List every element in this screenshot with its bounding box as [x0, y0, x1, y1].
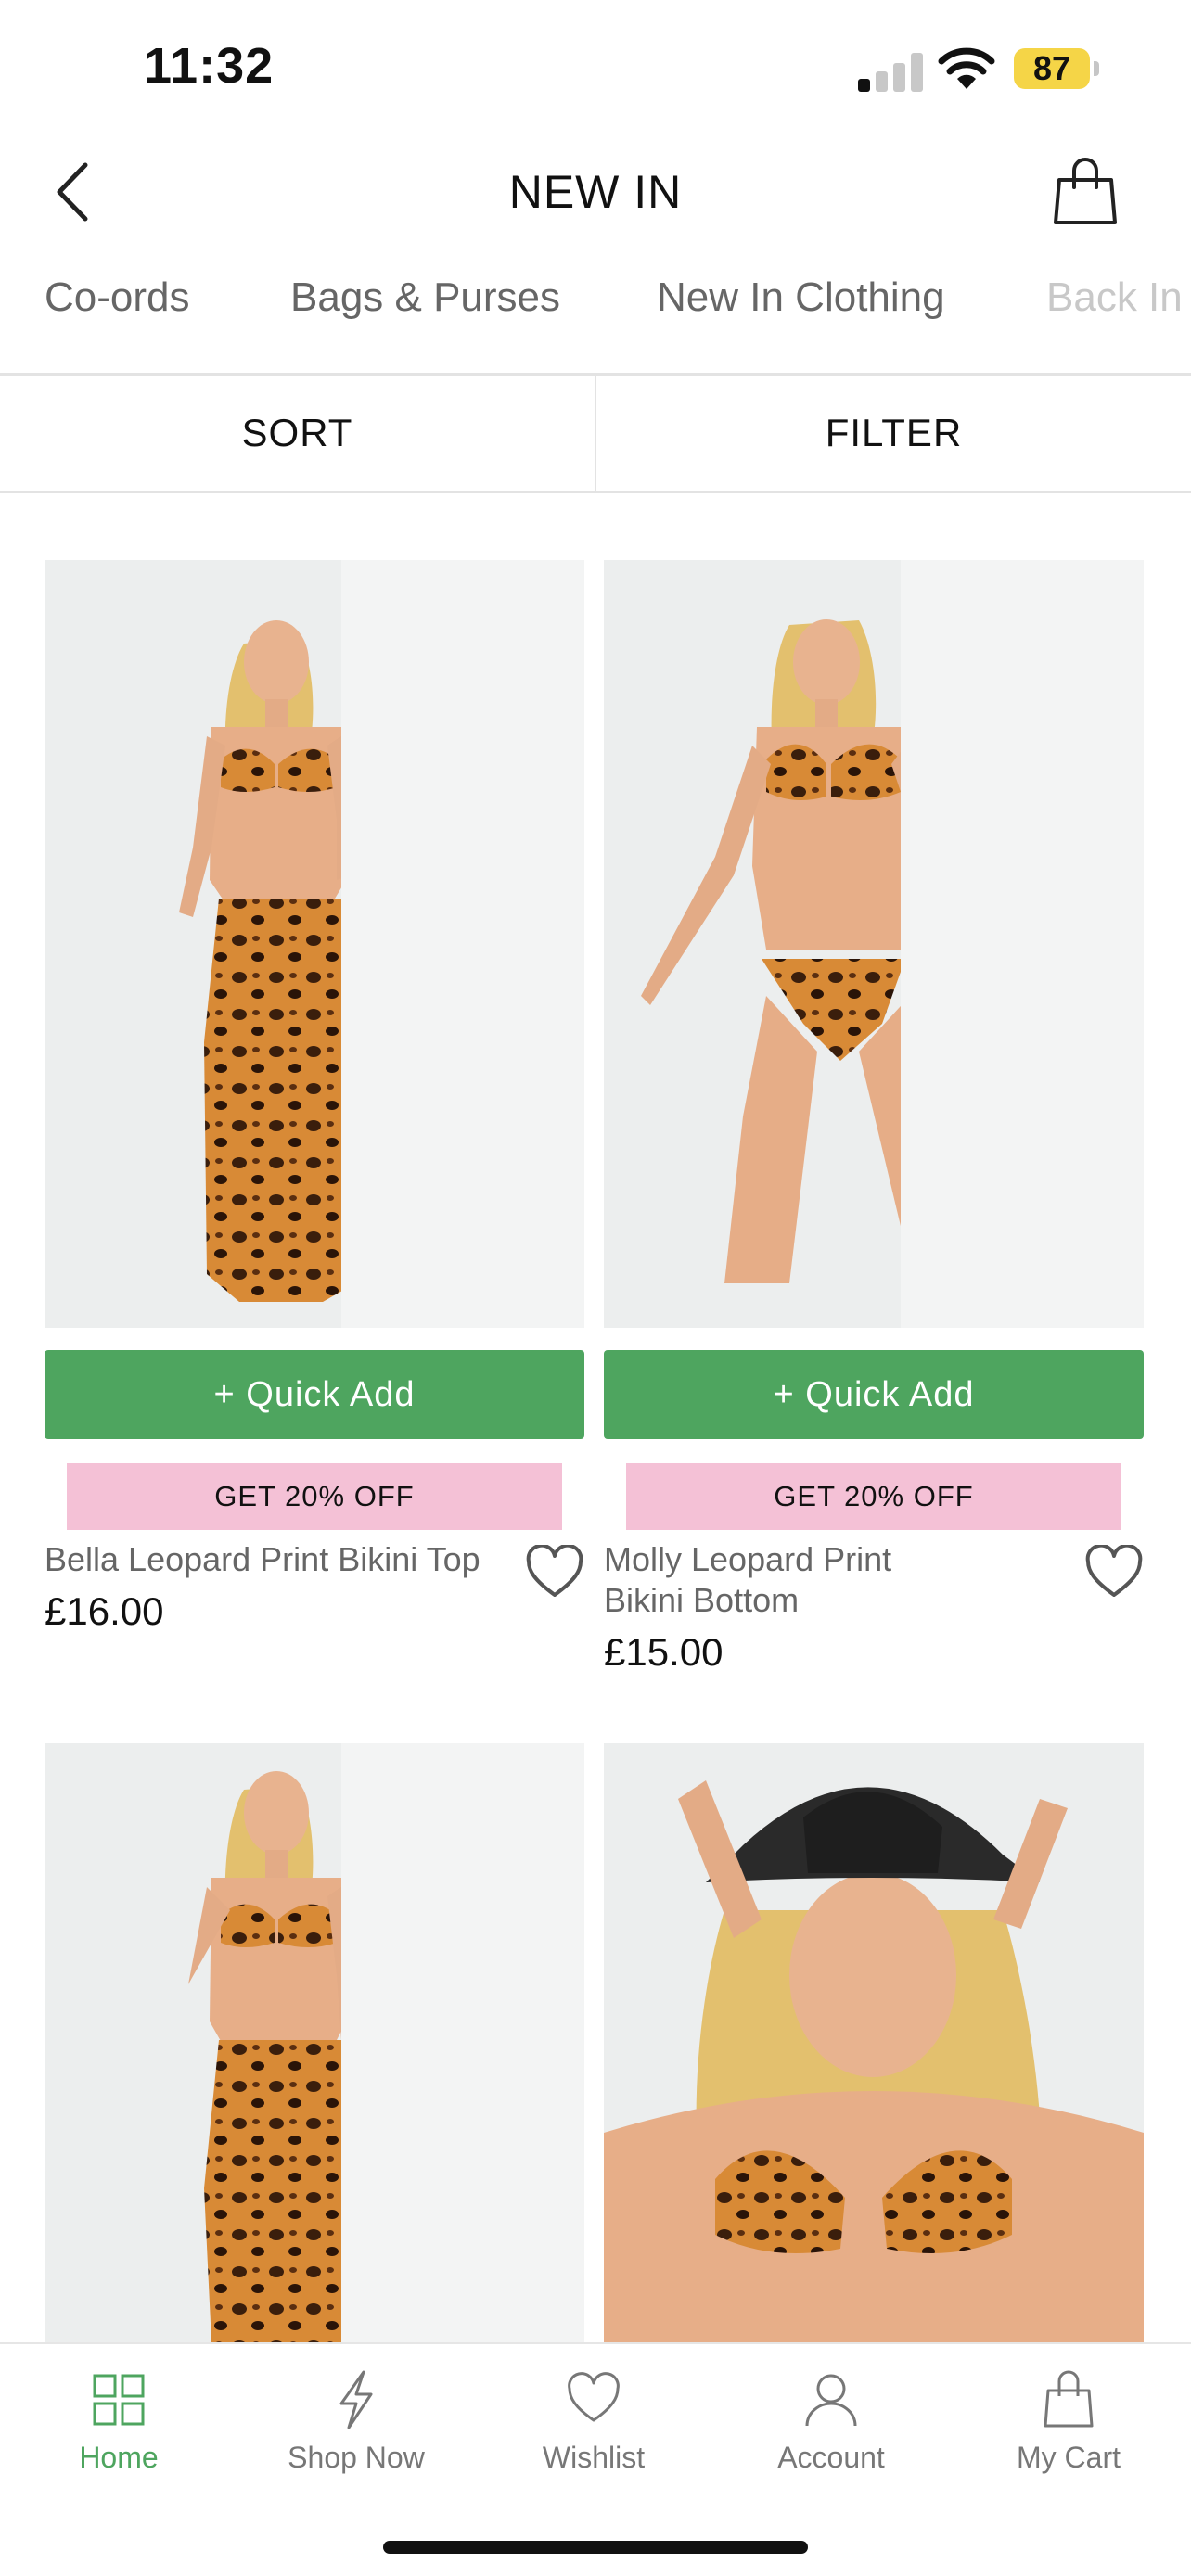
- product-name[interactable]: Molly Leopard Print Bikini Bottom: [604, 1539, 938, 1621]
- shopping-bag-icon[interactable]: [1050, 156, 1121, 226]
- wishlist-heart-icon[interactable]: [525, 1545, 584, 1599]
- tab-label: My Cart: [1017, 2441, 1121, 2474]
- product-image[interactable]: [604, 560, 1144, 1328]
- wifi-icon: [938, 47, 995, 89]
- tab-shop-now[interactable]: Shop Now: [237, 2344, 475, 2493]
- status-bar: 11:32 87: [0, 0, 1191, 139]
- sort-button[interactable]: SORT: [0, 376, 595, 491]
- page-title: NEW IN: [508, 166, 683, 218]
- user-icon: [805, 2374, 857, 2427]
- category-tab-back-in[interactable]: Back In: [1046, 274, 1183, 321]
- filter-button[interactable]: FILTER: [596, 376, 1191, 491]
- battery-icon: 87: [1014, 48, 1090, 89]
- tab-label: Wishlist: [542, 2441, 646, 2474]
- sort-filter-bar: SORT FILTER: [0, 373, 1191, 493]
- lightning-icon: [339, 2370, 373, 2429]
- product-price: £15.00: [604, 1630, 724, 1674]
- quick-add-button[interactable]: + Quick Add: [45, 1350, 584, 1439]
- category-tab-bags-purses[interactable]: Bags & Purses: [290, 274, 560, 321]
- battery-level: 87: [1032, 49, 1071, 87]
- bag-icon: [1044, 2370, 1094, 2428]
- category-tabs: Co-ords Bags & Purses New In Clothing Ba…: [0, 260, 1191, 352]
- promo-badge: GET 20% OFF: [626, 1463, 1121, 1530]
- promo-badge: GET 20% OFF: [67, 1463, 562, 1530]
- model-photo: [604, 1780, 1144, 2342]
- battery-nub: [1094, 61, 1099, 76]
- home-indicator: [383, 2541, 808, 2554]
- header: NEW IN: [0, 139, 1191, 241]
- tab-wishlist[interactable]: Wishlist: [475, 2344, 712, 2493]
- product-image[interactable]: [45, 560, 584, 1328]
- category-tab-co-ords[interactable]: Co-ords: [45, 274, 190, 321]
- heart-icon: [568, 2372, 620, 2422]
- tab-label: Shop Now: [288, 2441, 425, 2474]
- grid-icon: [93, 2374, 145, 2426]
- product-image[interactable]: [45, 1743, 584, 2342]
- tab-account[interactable]: Account: [712, 2344, 950, 2493]
- category-tab-new-in-clothing[interactable]: New In Clothing: [657, 274, 945, 321]
- tab-label: Home: [79, 2441, 159, 2474]
- tab-label: Account: [777, 2441, 885, 2474]
- product-name[interactable]: Bella Leopard Print Bikini Top: [45, 1539, 508, 1580]
- tab-home[interactable]: Home: [0, 2344, 237, 2493]
- wishlist-heart-icon[interactable]: [1084, 1545, 1144, 1599]
- product-image[interactable]: [604, 1743, 1144, 2342]
- cellular-signal-icon: [858, 51, 923, 92]
- quick-add-button[interactable]: + Quick Add: [604, 1350, 1144, 1439]
- status-time: 11:32: [144, 38, 275, 94]
- product-price: £16.00: [45, 1589, 164, 1633]
- tab-my-cart[interactable]: My Cart: [950, 2344, 1187, 2493]
